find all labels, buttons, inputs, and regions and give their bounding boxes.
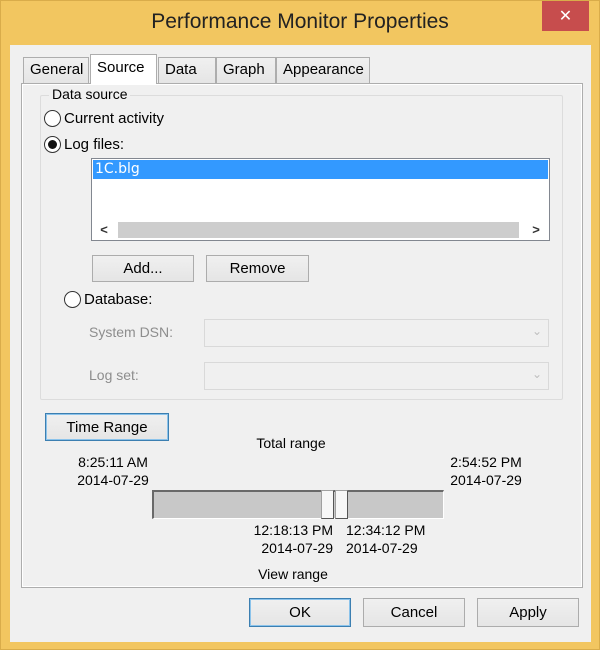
tab-label: General [30,61,84,78]
total-start-time: 8:25:11 AM [78,454,148,470]
dialog-client-area: General Source Data Graph Appearance Dat… [10,45,591,642]
radio-checked-icon [44,136,61,153]
total-range-label: Total range [256,435,326,451]
log-set-dropdown[interactable]: ⌄ [204,362,549,390]
data-source-group: Data source Current activity Log files: [40,86,563,400]
view-start: 12:18:13 PM 2014-07-29 [223,521,333,557]
close-icon: ✕ [558,8,573,25]
database-radio[interactable]: Database: [64,291,152,308]
tab-source[interactable]: Source [90,54,157,84]
log-files-listbox[interactable]: 1C.blg < > [91,158,550,241]
scroll-left-icon[interactable]: < [94,220,114,239]
total-end: 2:54:52 PM 2014-07-29 [436,453,536,489]
tab-label: Source [97,59,145,76]
total-end-date: 2014-07-29 [450,472,522,488]
title-bar[interactable]: Performance Monitor Properties ✕ [1,1,599,45]
log-files-label: Log files: [64,136,125,153]
tab-label: Data [165,61,197,78]
tab-label: Appearance [283,61,364,78]
system-dsn-label: System DSN: [89,324,174,340]
ok-button[interactable]: OK [249,598,351,627]
properties-dialog: Performance Monitor Properties ✕ General… [0,0,600,650]
view-end-slider-handle[interactable] [334,490,348,519]
total-end-time: 2:54:52 PM [450,454,522,470]
source-tab-panel: Data source Current activity Log files: … [21,83,583,588]
view-end-time: 12:34:12 PM [346,522,426,538]
add-button[interactable]: Add... [92,255,194,282]
view-end: 12:34:12 PM 2014-07-29 [346,521,456,557]
tab-label: Graph [223,61,265,78]
view-start-date: 2014-07-29 [261,540,333,556]
view-end-date: 2014-07-29 [346,540,418,556]
close-button[interactable]: ✕ [542,1,589,31]
list-item[interactable]: 1C.blg [93,160,548,179]
window-title: Performance Monitor Properties [151,10,449,33]
apply-button[interactable]: Apply [477,598,579,627]
total-start-date: 2014-07-29 [77,472,149,488]
log-set-label: Log set: [89,367,139,383]
system-dsn-dropdown[interactable]: ⌄ [204,319,549,347]
scroll-right-icon[interactable]: > [526,220,546,239]
current-activity-label: Current activity [64,110,165,127]
tab-appearance[interactable]: Appearance [276,57,370,83]
database-label: Database: [84,291,153,308]
total-start: 8:25:11 AM 2014-07-29 [63,453,163,489]
radio-unchecked-icon [64,291,81,308]
radio-unchecked-icon [44,110,61,127]
tab-general[interactable]: General [23,57,89,83]
view-start-slider-handle[interactable] [320,490,334,519]
scrollbar-track[interactable] [118,222,519,238]
remove-button[interactable]: Remove [206,255,309,282]
view-start-time: 12:18:13 PM [253,522,333,538]
chevron-down-icon: ⌄ [531,324,542,338]
view-range-label: View range [258,566,328,582]
log-files-radio[interactable]: Log files: [44,136,124,153]
current-activity-radio[interactable]: Current activity [44,110,164,127]
tab-graph[interactable]: Graph [216,57,276,83]
time-range-button[interactable]: Time Range [45,413,169,441]
cancel-button[interactable]: Cancel [363,598,465,627]
tab-data[interactable]: Data [158,57,216,83]
time-range-slider-track[interactable] [152,490,444,519]
horizontal-scrollbar[interactable]: < > [93,220,548,239]
chevron-down-icon: ⌄ [531,367,542,381]
data-source-group-title: Data source [49,86,131,102]
